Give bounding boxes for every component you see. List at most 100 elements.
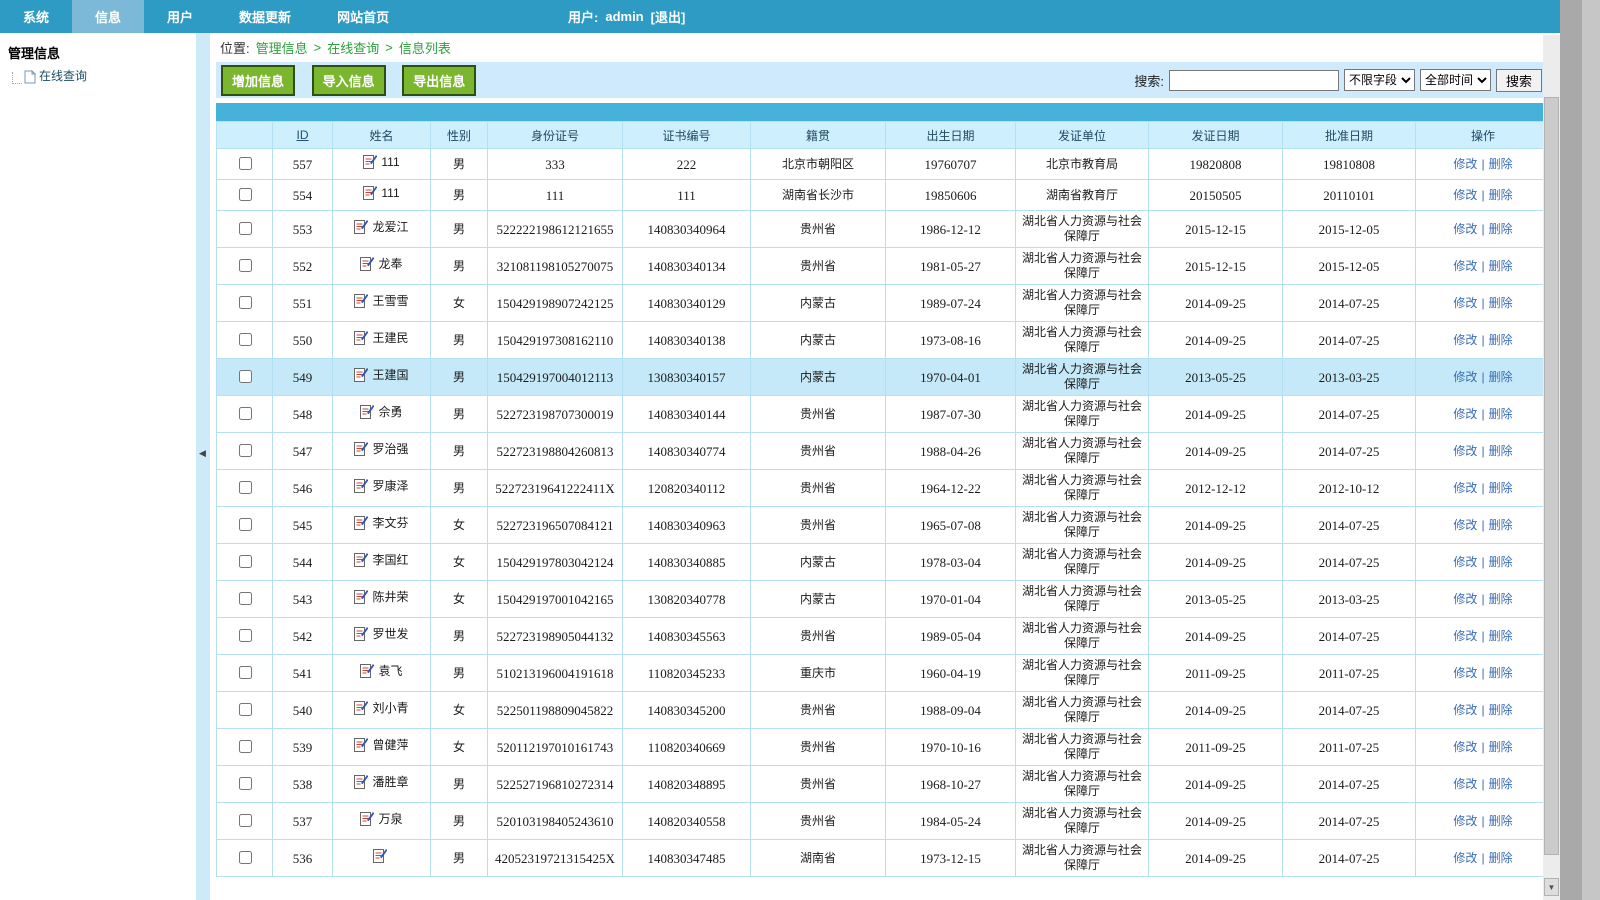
delete-link[interactable]: 删除 xyxy=(1489,666,1513,680)
export-info-button[interactable]: 导出信息 xyxy=(402,65,476,96)
delete-link[interactable]: 删除 xyxy=(1489,333,1513,347)
row-checkbox[interactable] xyxy=(239,370,252,383)
edit-link[interactable]: 修改 xyxy=(1453,666,1477,680)
row-checkbox[interactable] xyxy=(239,518,252,531)
cell-id-number: 510213196004191618 xyxy=(488,655,623,692)
edit-link[interactable]: 修改 xyxy=(1453,740,1477,754)
row-checkbox[interactable] xyxy=(239,407,252,420)
time-select[interactable]: 全部时间 xyxy=(1420,69,1491,91)
edit-link[interactable]: 修改 xyxy=(1453,703,1477,717)
cell-birth-date: 19760707 xyxy=(886,149,1016,180)
nav-item-system[interactable]: 系统 xyxy=(0,0,72,33)
row-checkbox[interactable] xyxy=(239,188,252,201)
edit-link[interactable]: 修改 xyxy=(1453,629,1477,643)
delete-link[interactable]: 删除 xyxy=(1489,851,1513,865)
edit-link[interactable]: 修改 xyxy=(1453,188,1477,202)
edit-link[interactable]: 修改 xyxy=(1453,518,1477,532)
action-separator: | xyxy=(1481,703,1484,717)
import-info-button[interactable]: 导入信息 xyxy=(312,65,386,96)
delete-link[interactable]: 删除 xyxy=(1489,157,1513,171)
field-select[interactable]: 不限字段 xyxy=(1344,69,1415,91)
row-checkbox[interactable] xyxy=(239,444,252,457)
row-checkbox[interactable] xyxy=(239,222,252,235)
delete-link[interactable]: 删除 xyxy=(1489,518,1513,532)
cell-origin: 重庆市 xyxy=(751,655,886,692)
cell-actions: 修改|删除 xyxy=(1416,396,1551,433)
row-checkbox[interactable] xyxy=(239,777,252,790)
breadcrumb-link-manage-info[interactable]: 管理信息 xyxy=(256,38,308,57)
delete-link[interactable]: 删除 xyxy=(1489,407,1513,421)
delete-link[interactable]: 删除 xyxy=(1489,777,1513,791)
delete-link[interactable]: 删除 xyxy=(1489,703,1513,717)
delete-link[interactable]: 删除 xyxy=(1489,296,1513,310)
search-button[interactable]: 搜索 xyxy=(1496,69,1542,92)
add-info-button[interactable]: 增加信息 xyxy=(221,65,295,96)
logout-link[interactable]: [退出] xyxy=(651,7,686,26)
row-checkbox[interactable] xyxy=(239,259,252,272)
delete-link[interactable]: 删除 xyxy=(1489,814,1513,828)
row-checkbox[interactable] xyxy=(239,703,252,716)
edit-link[interactable]: 修改 xyxy=(1453,259,1477,273)
cell-actions: 修改|删除 xyxy=(1416,470,1551,507)
vertical-scrollbar[interactable]: ▼ xyxy=(1543,35,1560,900)
delete-link[interactable]: 删除 xyxy=(1489,222,1513,236)
search-input[interactable] xyxy=(1169,70,1339,91)
edit-link[interactable]: 修改 xyxy=(1453,333,1477,347)
cell-actions: 修改 | 删除 xyxy=(1416,180,1551,211)
collapse-sidebar-arrow-icon[interactable]: ◀ xyxy=(199,448,206,459)
edit-link[interactable]: 修改 xyxy=(1453,851,1477,865)
nav-item-info[interactable]: 信息 xyxy=(72,0,144,33)
edit-link[interactable]: 修改 xyxy=(1453,444,1477,458)
delete-link[interactable]: 删除 xyxy=(1489,444,1513,458)
edit-link[interactable]: 修改 xyxy=(1453,157,1477,171)
scroll-down-button[interactable]: ▼ xyxy=(1544,878,1559,896)
delete-link[interactable]: 删除 xyxy=(1489,592,1513,606)
delete-link[interactable]: 删除 xyxy=(1489,629,1513,643)
nav-item-site-home[interactable]: 网站首页 xyxy=(314,0,412,33)
delete-link[interactable]: 删除 xyxy=(1489,188,1513,202)
sort-by-id-link[interactable]: ID xyxy=(297,128,309,142)
edit-link[interactable]: 修改 xyxy=(1453,370,1477,384)
cell-name: 佘勇 xyxy=(333,396,431,433)
row-checkbox[interactable] xyxy=(239,814,252,827)
delete-link[interactable]: 删除 xyxy=(1489,370,1513,384)
sidebar-splitter[interactable]: ◀ xyxy=(196,33,210,900)
edit-link[interactable]: 修改 xyxy=(1453,407,1477,421)
row-checkbox[interactable] xyxy=(239,629,252,642)
nav-item-users[interactable]: 用户 xyxy=(144,0,216,33)
row-checkbox[interactable] xyxy=(239,592,252,605)
row-checkbox[interactable] xyxy=(239,481,252,494)
row-checkbox[interactable] xyxy=(239,851,252,864)
breadcrumb-link-info-list[interactable]: 信息列表 xyxy=(399,38,451,57)
cell-gender: 女 xyxy=(431,581,488,618)
edit-link[interactable]: 修改 xyxy=(1453,481,1477,495)
delete-link[interactable]: 删除 xyxy=(1489,259,1513,273)
edit-link[interactable]: 修改 xyxy=(1453,555,1477,569)
delete-link[interactable]: 删除 xyxy=(1489,740,1513,754)
action-separator: | xyxy=(1481,188,1484,202)
edit-link[interactable]: 修改 xyxy=(1453,222,1477,236)
row-checkbox[interactable] xyxy=(239,296,252,309)
breadcrumb-link-online-query[interactable]: 在线查询 xyxy=(327,38,379,57)
edit-link[interactable]: 修改 xyxy=(1453,777,1477,791)
cell-approval-date: 2014-07-25 xyxy=(1283,766,1416,803)
cell-origin: 内蒙古 xyxy=(751,285,886,322)
cell-name: 李国红 xyxy=(333,544,431,581)
delete-link[interactable]: 删除 xyxy=(1489,555,1513,569)
edit-link[interactable]: 修改 xyxy=(1453,296,1477,310)
row-checkbox[interactable] xyxy=(239,740,252,753)
cell-origin: 贵州省 xyxy=(751,618,886,655)
row-checkbox[interactable] xyxy=(239,157,252,170)
cell-issuer: 湖北省人力资源与社会保障厅 xyxy=(1016,470,1149,507)
delete-link[interactable]: 删除 xyxy=(1489,481,1513,495)
row-checkbox[interactable] xyxy=(239,555,252,568)
nav-item-data-update[interactable]: 数据更新 xyxy=(216,0,314,33)
edit-link[interactable]: 修改 xyxy=(1453,814,1477,828)
edit-link[interactable]: 修改 xyxy=(1453,592,1477,606)
action-separator: | xyxy=(1481,555,1484,569)
row-checkbox[interactable] xyxy=(239,333,252,346)
table-row: 554111男111111湖南省长沙市19850606湖南省教育厅2015050… xyxy=(217,180,1551,211)
sidebar-item-online-query[interactable]: 在线查询 xyxy=(12,67,188,84)
row-checkbox[interactable] xyxy=(239,666,252,679)
scrollbar-thumb[interactable] xyxy=(1544,97,1559,855)
